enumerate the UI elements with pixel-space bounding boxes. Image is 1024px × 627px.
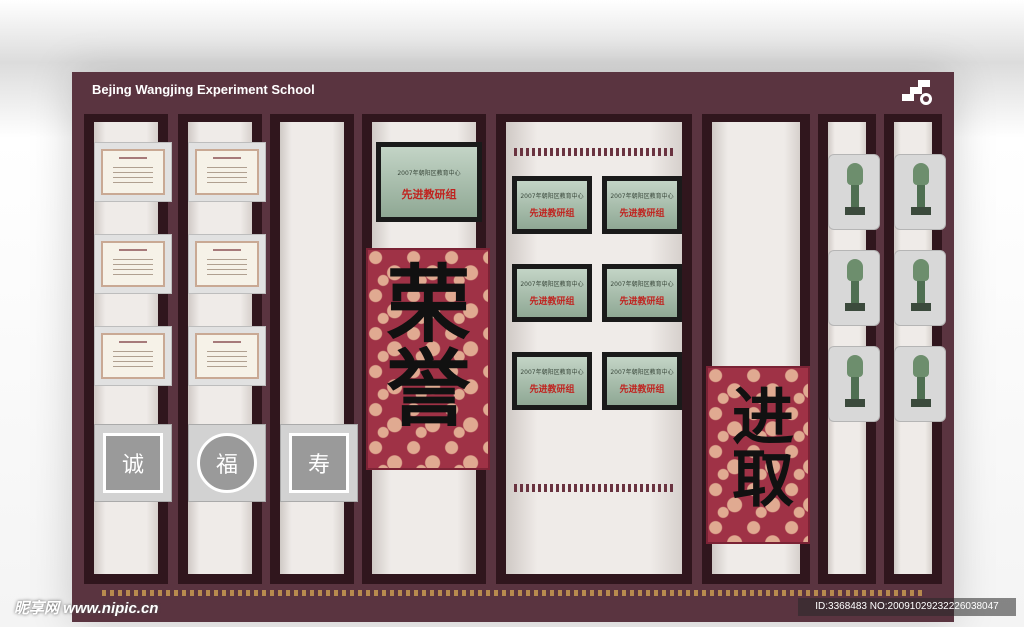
trophy — [894, 154, 946, 230]
certificate — [94, 234, 172, 294]
certificate — [188, 234, 266, 294]
seal-stamp: 福 — [188, 424, 266, 502]
award-plaque: 2007年朝阳区教育中心 先进教研组 — [512, 264, 592, 322]
certificate — [188, 142, 266, 202]
trophy — [828, 154, 880, 230]
certificate — [94, 142, 172, 202]
award-plaque: 2007年朝阳区教育中心 先进教研组 — [376, 142, 482, 222]
watermark-site: 昵享网 www.nipic.cn — [14, 600, 159, 617]
trophy — [828, 250, 880, 326]
greek-key-border — [514, 148, 674, 156]
greek-key-border — [514, 484, 674, 492]
trophy — [894, 346, 946, 422]
award-plaque: 2007年朝阳区教育中心 先进教研组 — [602, 264, 682, 322]
shelf-column-1: 诚 — [84, 114, 172, 584]
award-plaque: 2007年朝阳区教育中心 先进教研组 — [602, 352, 682, 410]
watermark-id: ID:3368483 NO:20091029232226038047 — [798, 598, 1016, 616]
shelf-column-2: 福 — [178, 114, 266, 584]
award-plaque: 2007年朝阳区教育中心 先进教研组 — [512, 352, 592, 410]
shelf-column-4: 2007年朝阳区教育中心 先进教研组 荣誉 — [362, 114, 490, 584]
trophy — [828, 346, 880, 422]
display-wall: Bejing Wangjing Experiment School 诚 福 寿 … — [72, 72, 954, 622]
award-plaque: 2007年朝阳区教育中心 先进教研组 — [602, 176, 682, 234]
school-name: Bejing Wangjing Experiment School — [92, 82, 315, 97]
shelf-column-6: 进取 — [702, 114, 810, 584]
decorative-border-strip — [102, 590, 924, 596]
shelf-column-3: 寿 — [270, 114, 358, 584]
award-plaque: 2007年朝阳区教育中心 先进教研组 — [512, 176, 592, 234]
seal-stamp: 诚 — [94, 424, 172, 502]
honor-banner: 荣誉 — [366, 248, 490, 470]
seal-stamp: 寿 — [280, 424, 358, 502]
school-logo-icon — [902, 80, 932, 105]
shelf-column-5: 2007年朝阳区教育中心 先进教研组 2007年朝阳区教育中心 先进教研组 2007… — [496, 114, 692, 584]
shelf-column-8 — [884, 114, 946, 584]
certificate — [94, 326, 172, 386]
progress-banner: 进取 — [706, 366, 810, 544]
shelf-column-7 — [818, 114, 880, 584]
trophy — [894, 250, 946, 326]
certificate — [188, 326, 266, 386]
